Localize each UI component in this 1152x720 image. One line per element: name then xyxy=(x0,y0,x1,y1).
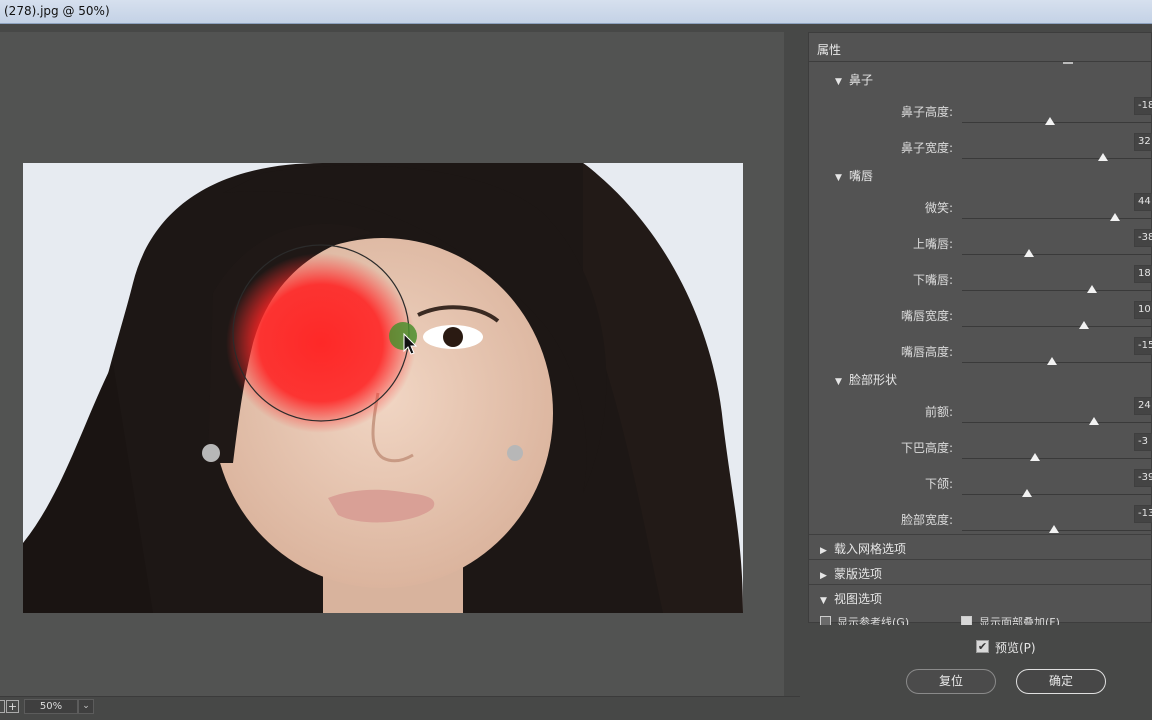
slider-value-field[interactable]: 44 xyxy=(1134,193,1152,211)
slider-track[interactable] xyxy=(962,122,1152,123)
panel-header: 属性 xyxy=(809,33,1152,62)
slider-row: 下巴高度: -3 xyxy=(809,431,1152,467)
slider-value-field[interactable]: -15 xyxy=(1134,337,1152,355)
collapsible-section[interactable]: ▶ 蒙版选项 xyxy=(809,559,1152,584)
view-options-row: 显示参考线(G) 显示面部叠加(F) xyxy=(809,613,1152,625)
collapse-triangle-icon[interactable]: ▶ xyxy=(820,546,834,556)
slider-label: 鼻子宽度: xyxy=(900,141,953,155)
expand-triangle-icon[interactable]: ▼ xyxy=(835,77,849,87)
slider-label: 嘴唇高度: xyxy=(900,345,953,359)
canvas-area[interactable] xyxy=(0,24,800,720)
section-header[interactable]: ▼ 脸部形状 xyxy=(835,371,897,388)
slider-thumb[interactable] xyxy=(1023,249,1034,257)
slider-value-field[interactable]: 32 xyxy=(1134,133,1152,151)
slider-thumb[interactable] xyxy=(1021,489,1032,497)
slider-track[interactable] xyxy=(962,158,1152,159)
collapsible-section-title: 载入网格选项 xyxy=(834,542,907,556)
collapsible-section[interactable]: ▼ 视图选项 xyxy=(809,584,1152,609)
slider-thumb[interactable] xyxy=(1029,453,1040,461)
collapsible-section-title: 视图选项 xyxy=(834,592,883,606)
expand-triangle-icon[interactable]: ▼ xyxy=(820,596,834,606)
collapsible-section[interactable]: ▶ 载入网格选项 xyxy=(809,534,1152,559)
preview-checkbox[interactable]: ✔ xyxy=(976,640,989,653)
panel-title: 属性 xyxy=(817,43,842,57)
zoom-dropdown-button[interactable]: ⌄ xyxy=(78,699,94,714)
slider-value-field[interactable]: -38 xyxy=(1134,229,1152,247)
slider-value-field[interactable]: 24 xyxy=(1134,397,1152,415)
slider-row: 鼻子高度: -18 xyxy=(809,95,1152,131)
section-header[interactable]: ▼ 嘴唇 xyxy=(835,167,873,184)
zoom-level-field[interactable]: 50% xyxy=(24,699,78,714)
show-guides-label: 显示参考线(G) xyxy=(837,616,910,625)
slider-row: 下嘴唇: 18 xyxy=(809,263,1152,299)
slider-row: 下颌: -39 xyxy=(809,467,1152,503)
slider-label: 下巴高度: xyxy=(900,441,953,455)
show-face-overlay-checkbox[interactable] xyxy=(961,616,972,625)
slider-row: 嘴唇宽度: 10 xyxy=(809,299,1152,335)
slider-label: 下嘴唇: xyxy=(912,273,953,287)
slider-label: 微笑: xyxy=(924,201,953,215)
slider-track[interactable] xyxy=(962,290,1152,291)
zoom-bar: - + 50% ⌄ xyxy=(0,696,800,720)
expand-triangle-icon[interactable]: ▼ xyxy=(835,377,849,387)
slider-label: 脸部宽度: xyxy=(900,513,953,527)
slider-value-field[interactable]: -13 xyxy=(1134,505,1152,523)
face-sliders-list[interactable]: ▼鼻子鼻子高度:-18鼻子宽度:32▼嘴唇微笑:44上嘴唇:-38下嘴唇:18嘴… xyxy=(809,63,1152,533)
slider-thumb[interactable] xyxy=(1046,357,1057,365)
slider-value-field[interactable]: -3 xyxy=(1134,433,1152,451)
section-title: 脸部形状 xyxy=(849,373,898,387)
slider-row: 微笑: 44 xyxy=(809,191,1152,227)
preview-label: 预览(P) xyxy=(995,641,1036,655)
slider-track[interactable] xyxy=(962,362,1152,363)
slider-thumb[interactable] xyxy=(1079,321,1090,329)
reset-button[interactable]: 复位 xyxy=(906,669,996,694)
slider-value-field[interactable]: 10 xyxy=(1134,301,1152,319)
slider-thumb[interactable] xyxy=(1048,525,1059,533)
slider-value-field[interactable]: 18 xyxy=(1134,265,1152,283)
collapsible-section-title: 蒙版选项 xyxy=(834,567,883,581)
portrait-photo xyxy=(23,163,743,613)
slider-label: 嘴唇宽度: xyxy=(900,309,953,323)
slider-track[interactable] xyxy=(962,254,1152,255)
zoom-out-button[interactable]: - xyxy=(0,700,5,713)
collapsible-section-header[interactable]: ▼ 视图选项 xyxy=(820,590,882,607)
section-title: 鼻子 xyxy=(849,73,874,87)
slider-label: 前额: xyxy=(924,405,953,419)
slider-track[interactable] xyxy=(962,326,1152,327)
slider-track[interactable] xyxy=(962,218,1152,219)
slider-row: 上嘴唇: -38 xyxy=(809,227,1152,263)
section-header[interactable]: ▼ 鼻子 xyxy=(835,71,873,88)
slider-row: 鼻子宽度: 32 xyxy=(809,131,1152,167)
slider-thumb[interactable] xyxy=(1109,213,1120,221)
window-title: (278).jpg @ 50%) xyxy=(4,4,110,18)
slider-row: 嘴唇高度: -15 xyxy=(809,335,1152,371)
slider-track[interactable] xyxy=(962,494,1152,495)
slider-value-field[interactable]: -39 xyxy=(1134,469,1152,487)
show-guides-checkbox[interactable] xyxy=(820,616,831,625)
section-title: 嘴唇 xyxy=(849,169,874,183)
collapsible-section-header[interactable]: ▶ 蒙版选项 xyxy=(820,565,882,582)
slider-thumb[interactable] xyxy=(1086,285,1097,293)
slider-label: 上嘴唇: xyxy=(912,237,953,251)
photo-canvas[interactable] xyxy=(23,163,743,613)
slider-value-field[interactable]: -18 xyxy=(1134,97,1152,115)
slider-row: 前额: 24 xyxy=(809,395,1152,431)
window-title-bar: (278).jpg @ 50%) xyxy=(0,0,1152,24)
slider-thumb[interactable] xyxy=(1098,153,1109,161)
slider-track[interactable] xyxy=(962,422,1152,423)
slider-label: 鼻子高度: xyxy=(900,105,953,119)
zoom-in-button[interactable]: + xyxy=(6,700,19,713)
slider-thumb[interactable] xyxy=(1044,117,1055,125)
collapse-triangle-icon[interactable]: ▶ xyxy=(820,571,834,581)
slider-label: 下颌: xyxy=(924,477,953,491)
show-face-overlay-label: 显示面部叠加(F) xyxy=(979,616,1060,625)
expand-triangle-icon[interactable]: ▼ xyxy=(835,173,849,183)
slider-row: 脸部宽度: -13 xyxy=(809,503,1152,533)
slider-track[interactable] xyxy=(962,458,1152,459)
ok-button[interactable]: 确定 xyxy=(1016,669,1106,694)
properties-panel: 属性 ▼鼻子鼻子高度:-18鼻子宽度:32▼嘴唇微笑:44上嘴唇:-38下嘴唇:… xyxy=(808,32,1152,625)
slider-thumb[interactable] xyxy=(1088,417,1099,425)
collapsible-section-header[interactable]: ▶ 载入网格选项 xyxy=(820,540,906,557)
